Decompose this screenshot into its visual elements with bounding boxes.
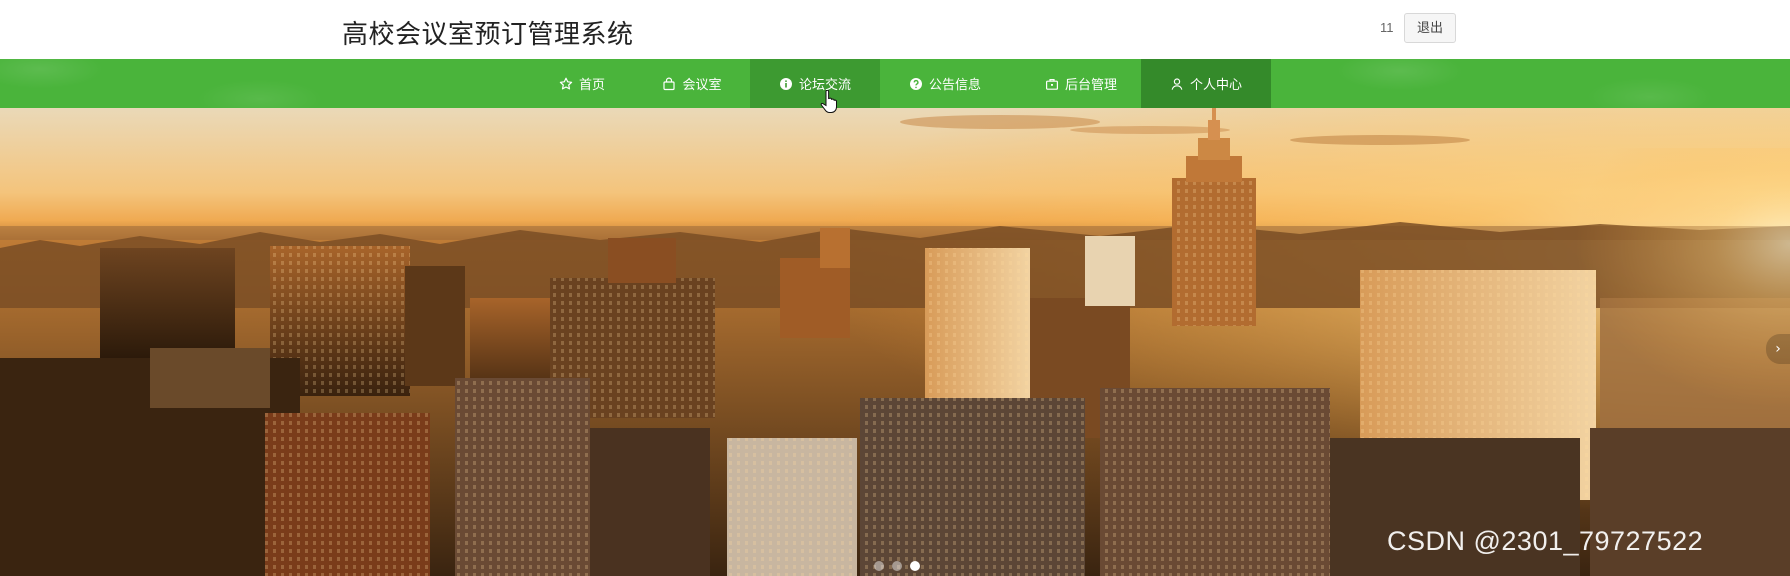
nav-item-profile[interactable]: 个人中心: [1141, 59, 1271, 108]
nav-item-notice[interactable]: 公告信息: [893, 59, 997, 108]
watermark-text: CSDN @2301_79727522: [1387, 526, 1704, 556]
top-header: 高校会议室预订管理系统 11 退出: [0, 0, 1790, 59]
question-circle-icon: [909, 77, 923, 91]
bag-icon: [662, 77, 676, 91]
carousel-dots: [874, 561, 920, 571]
star-icon: [559, 77, 573, 91]
carousel-dot-active[interactable]: [910, 561, 920, 571]
briefcase-icon: [1045, 77, 1059, 91]
carousel-next-arrow[interactable]: ›: [1766, 334, 1790, 364]
user-icon: [1170, 77, 1184, 91]
info-circle-icon: [779, 77, 793, 91]
nav-item-meeting-room[interactable]: 会议室: [644, 59, 740, 108]
mouse-cursor-icon: [820, 90, 837, 113]
nav-item-admin[interactable]: 后台管理: [1025, 59, 1137, 108]
site-title: 高校会议室预订管理系统: [342, 20, 634, 50]
main-nav: 首页 会议室 论坛交流 公告信息 后台管理 个人中心: [0, 59, 1790, 108]
city-skyline-image: [0, 108, 1790, 576]
nav-item-label: 个人中心: [1189, 78, 1242, 93]
nav-item-home[interactable]: 首页: [543, 59, 621, 108]
logout-button[interactable]: 退出: [1404, 13, 1456, 43]
username-label: 11: [1380, 20, 1394, 35]
nav-item-label: 后台管理: [1064, 78, 1117, 93]
banner-carousel: › CSDN @2301_79727522: [0, 108, 1790, 576]
carousel-dot[interactable]: [874, 561, 884, 571]
carousel-dot[interactable]: [892, 561, 902, 571]
nav-item-label: 公告信息: [928, 78, 981, 93]
nav-item-label: 会议室: [682, 78, 722, 93]
nav-item-label: 首页: [578, 78, 605, 93]
nav-item-forum[interactable]: 论坛交流: [750, 59, 880, 108]
